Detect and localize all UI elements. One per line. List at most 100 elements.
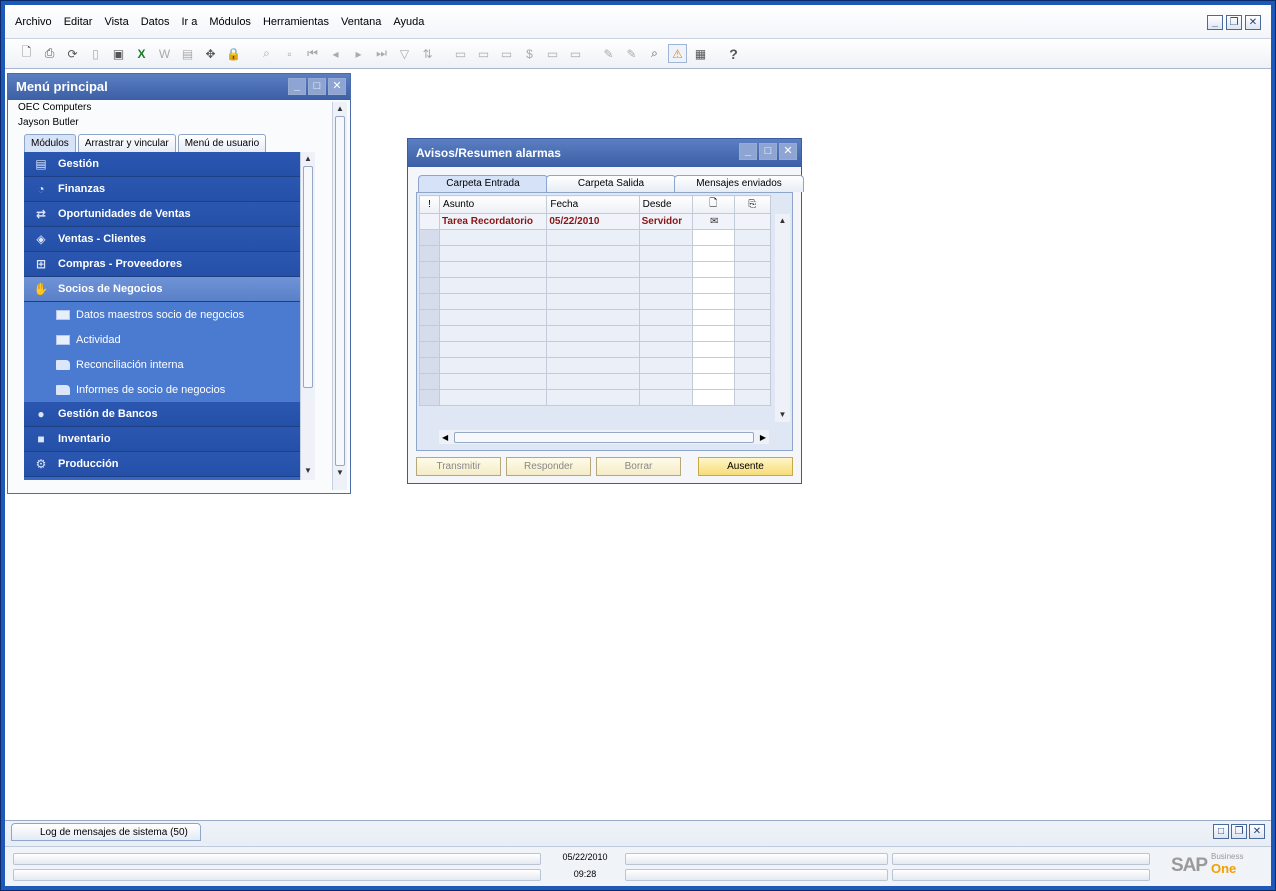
scroll-thumb[interactable] (454, 431, 754, 443)
filter-icon[interactable]: ▽ (395, 44, 414, 63)
fax-icon[interactable]: ▣ (109, 44, 128, 63)
alert-icon[interactable]: ⚠ (668, 44, 687, 63)
sort-icon[interactable]: ⇅ (418, 44, 437, 63)
table-row[interactable]: Tarea Recordatorio 05/22/2010 Servidor ✉ (418, 213, 772, 230)
desde-column-header[interactable]: Desde (638, 195, 693, 214)
module-inventario[interactable]: ■ Inventario (24, 427, 300, 452)
submodule-informes[interactable]: Informes de socio de negocios (24, 377, 300, 402)
restore-icon[interactable]: ❐ (1226, 15, 1242, 30)
module-finanzas[interactable]: ◔ Finanzas (24, 177, 300, 202)
asunto-column-header[interactable]: Asunto (439, 195, 548, 214)
maximize-icon[interactable]: □ (759, 143, 777, 160)
menu-ir-a[interactable]: Ir a (181, 16, 197, 28)
close-icon[interactable]: ✕ (1245, 15, 1261, 30)
preview-icon[interactable]: 🗋 (17, 44, 36, 63)
module-oportunidades[interactable]: ⇄ Oportunidades de Ventas (24, 202, 300, 227)
scroll-up-icon[interactable]: ▲ (301, 152, 315, 166)
grid-vertical-scrollbar[interactable]: ▲ ▼ (775, 214, 790, 422)
edit-icon[interactable]: ✎ (599, 44, 618, 63)
module-scrollbar[interactable]: ▲ ▼ (300, 152, 315, 480)
payment-icon[interactable]: $ (520, 44, 539, 63)
scroll-left-icon[interactable]: ◀ (442, 433, 448, 442)
tab-carpeta-entrada[interactable]: Carpeta Entrada (418, 175, 548, 192)
menu-editar[interactable]: Editar (64, 16, 93, 28)
menu-datos[interactable]: Datos (141, 16, 170, 28)
lock-icon[interactable]: 🔒 (224, 44, 243, 63)
grid-horizontal-scrollbar[interactable]: ◀ ▶ (439, 430, 769, 444)
tab-menu-usuario[interactable]: Menú de usuario (177, 134, 267, 152)
word-icon[interactable]: W (155, 44, 174, 63)
document-column-header[interactable]: 🗋 (691, 195, 735, 214)
module-compras[interactable]: ⊞ Compras - Proveedores (24, 252, 300, 277)
scroll-up-icon[interactable]: ▲ (333, 102, 347, 116)
calendar-icon[interactable]: ▦ (691, 44, 710, 63)
priority-column-header[interactable]: ! (418, 195, 441, 214)
next-record-icon[interactable]: ▸ (349, 44, 368, 63)
responder-button[interactable]: Responder (506, 457, 591, 476)
tab-mensajes-enviados[interactable]: Mensajes enviados (674, 175, 804, 192)
submodule-reconciliacion[interactable]: Reconciliación interna (24, 352, 300, 377)
module-ventas[interactable]: ◈ Ventas - Clientes (24, 227, 300, 252)
fecha-column-header[interactable]: Fecha (546, 195, 640, 214)
first-record-icon[interactable]: ⏮ (303, 44, 322, 63)
scroll-thumb[interactable] (303, 166, 313, 388)
scroll-down-icon[interactable]: ▼ (775, 408, 790, 422)
target-document-icon[interactable]: ▭ (474, 44, 493, 63)
module-produccion[interactable]: ⚙ Producción (24, 452, 300, 477)
submodule-actividad[interactable]: Actividad (24, 327, 300, 352)
scroll-thumb[interactable] (335, 116, 345, 466)
maximize-icon[interactable]: □ (1213, 824, 1229, 839)
minimize-icon[interactable]: _ (739, 143, 757, 160)
tab-arrastrar[interactable]: Arrastrar y vincular (77, 134, 176, 152)
panel-scrollbar[interactable]: ▲ ▼ (332, 102, 347, 490)
ausente-button[interactable]: Ausente (698, 457, 793, 476)
minimize-icon[interactable]: _ (1207, 15, 1223, 30)
attachment-column-header[interactable]: ⎘ (733, 195, 772, 214)
tab-carpeta-salida[interactable]: Carpeta Salida (546, 175, 676, 192)
menu-herramientas[interactable]: Herramientas (263, 16, 329, 28)
base-document-icon[interactable]: ▭ (451, 44, 470, 63)
transmitir-button[interactable]: Transmitir (416, 457, 501, 476)
scroll-right-icon[interactable]: ▶ (760, 433, 766, 442)
excel-icon[interactable]: X (132, 44, 151, 63)
help-icon[interactable]: ? (724, 44, 743, 63)
scroll-up-icon[interactable]: ▲ (775, 214, 790, 228)
settings-icon[interactable]: ✎ (622, 44, 641, 63)
last-record-icon[interactable]: ⏭ (372, 44, 391, 63)
close-icon[interactable]: ✕ (328, 78, 346, 95)
move-icon[interactable]: ✥ (201, 44, 220, 63)
borrar-button[interactable]: Borrar (596, 457, 681, 476)
close-icon[interactable]: ✕ (779, 143, 797, 160)
journal-icon[interactable]: ▭ (497, 44, 516, 63)
system-log-tab[interactable]: Log de mensajes de sistema (50) (11, 823, 201, 841)
add-icon[interactable]: ▫ (280, 44, 299, 63)
print-icon[interactable]: ⎙ (40, 44, 59, 63)
close-icon[interactable]: ✕ (1249, 824, 1265, 839)
menu-modulos[interactable]: Módulos (209, 16, 251, 28)
restore-icon[interactable]: ❐ (1231, 824, 1247, 839)
scroll-down-icon[interactable]: ▼ (333, 466, 347, 480)
minimize-icon[interactable]: _ (288, 78, 306, 95)
maximize-icon[interactable]: □ (308, 78, 326, 95)
module-bancos[interactable]: ● Gestión de Bancos (24, 402, 300, 427)
module-socios[interactable]: ✋ Socios de Negocios (24, 277, 300, 302)
refresh-icon[interactable]: ⟳ (63, 44, 82, 63)
previous-record-icon[interactable]: ◂ (326, 44, 345, 63)
menu-ventana[interactable]: Ventana (341, 16, 381, 28)
tab-modulos[interactable]: Módulos (24, 134, 76, 152)
mobile-icon[interactable]: ▯ (86, 44, 105, 63)
main-menu-titlebar[interactable]: Menú principal _ □ ✕ (8, 74, 350, 100)
query-icon[interactable]: ⌕ (645, 44, 664, 63)
scroll-down-icon[interactable]: ▼ (301, 464, 315, 478)
submodule-datos-maestros[interactable]: Datos maestros socio de negocios (24, 302, 300, 327)
find-icon[interactable]: ⌕ (257, 44, 276, 63)
gross-profit-icon[interactable]: ▭ (543, 44, 562, 63)
menu-archivo[interactable]: Archivo (15, 16, 52, 28)
volume-weight-icon[interactable]: ▭ (566, 44, 585, 63)
pdf-icon[interactable]: ▤ (178, 44, 197, 63)
module-gestion[interactable]: ▤ Gestión (24, 152, 300, 177)
alarm-titlebar[interactable]: Avisos/Resumen alarmas _ □ ✕ (408, 139, 801, 167)
menu-ayuda[interactable]: Ayuda (393, 16, 424, 28)
menu-vista[interactable]: Vista (104, 16, 128, 28)
row-header[interactable] (418, 213, 441, 230)
